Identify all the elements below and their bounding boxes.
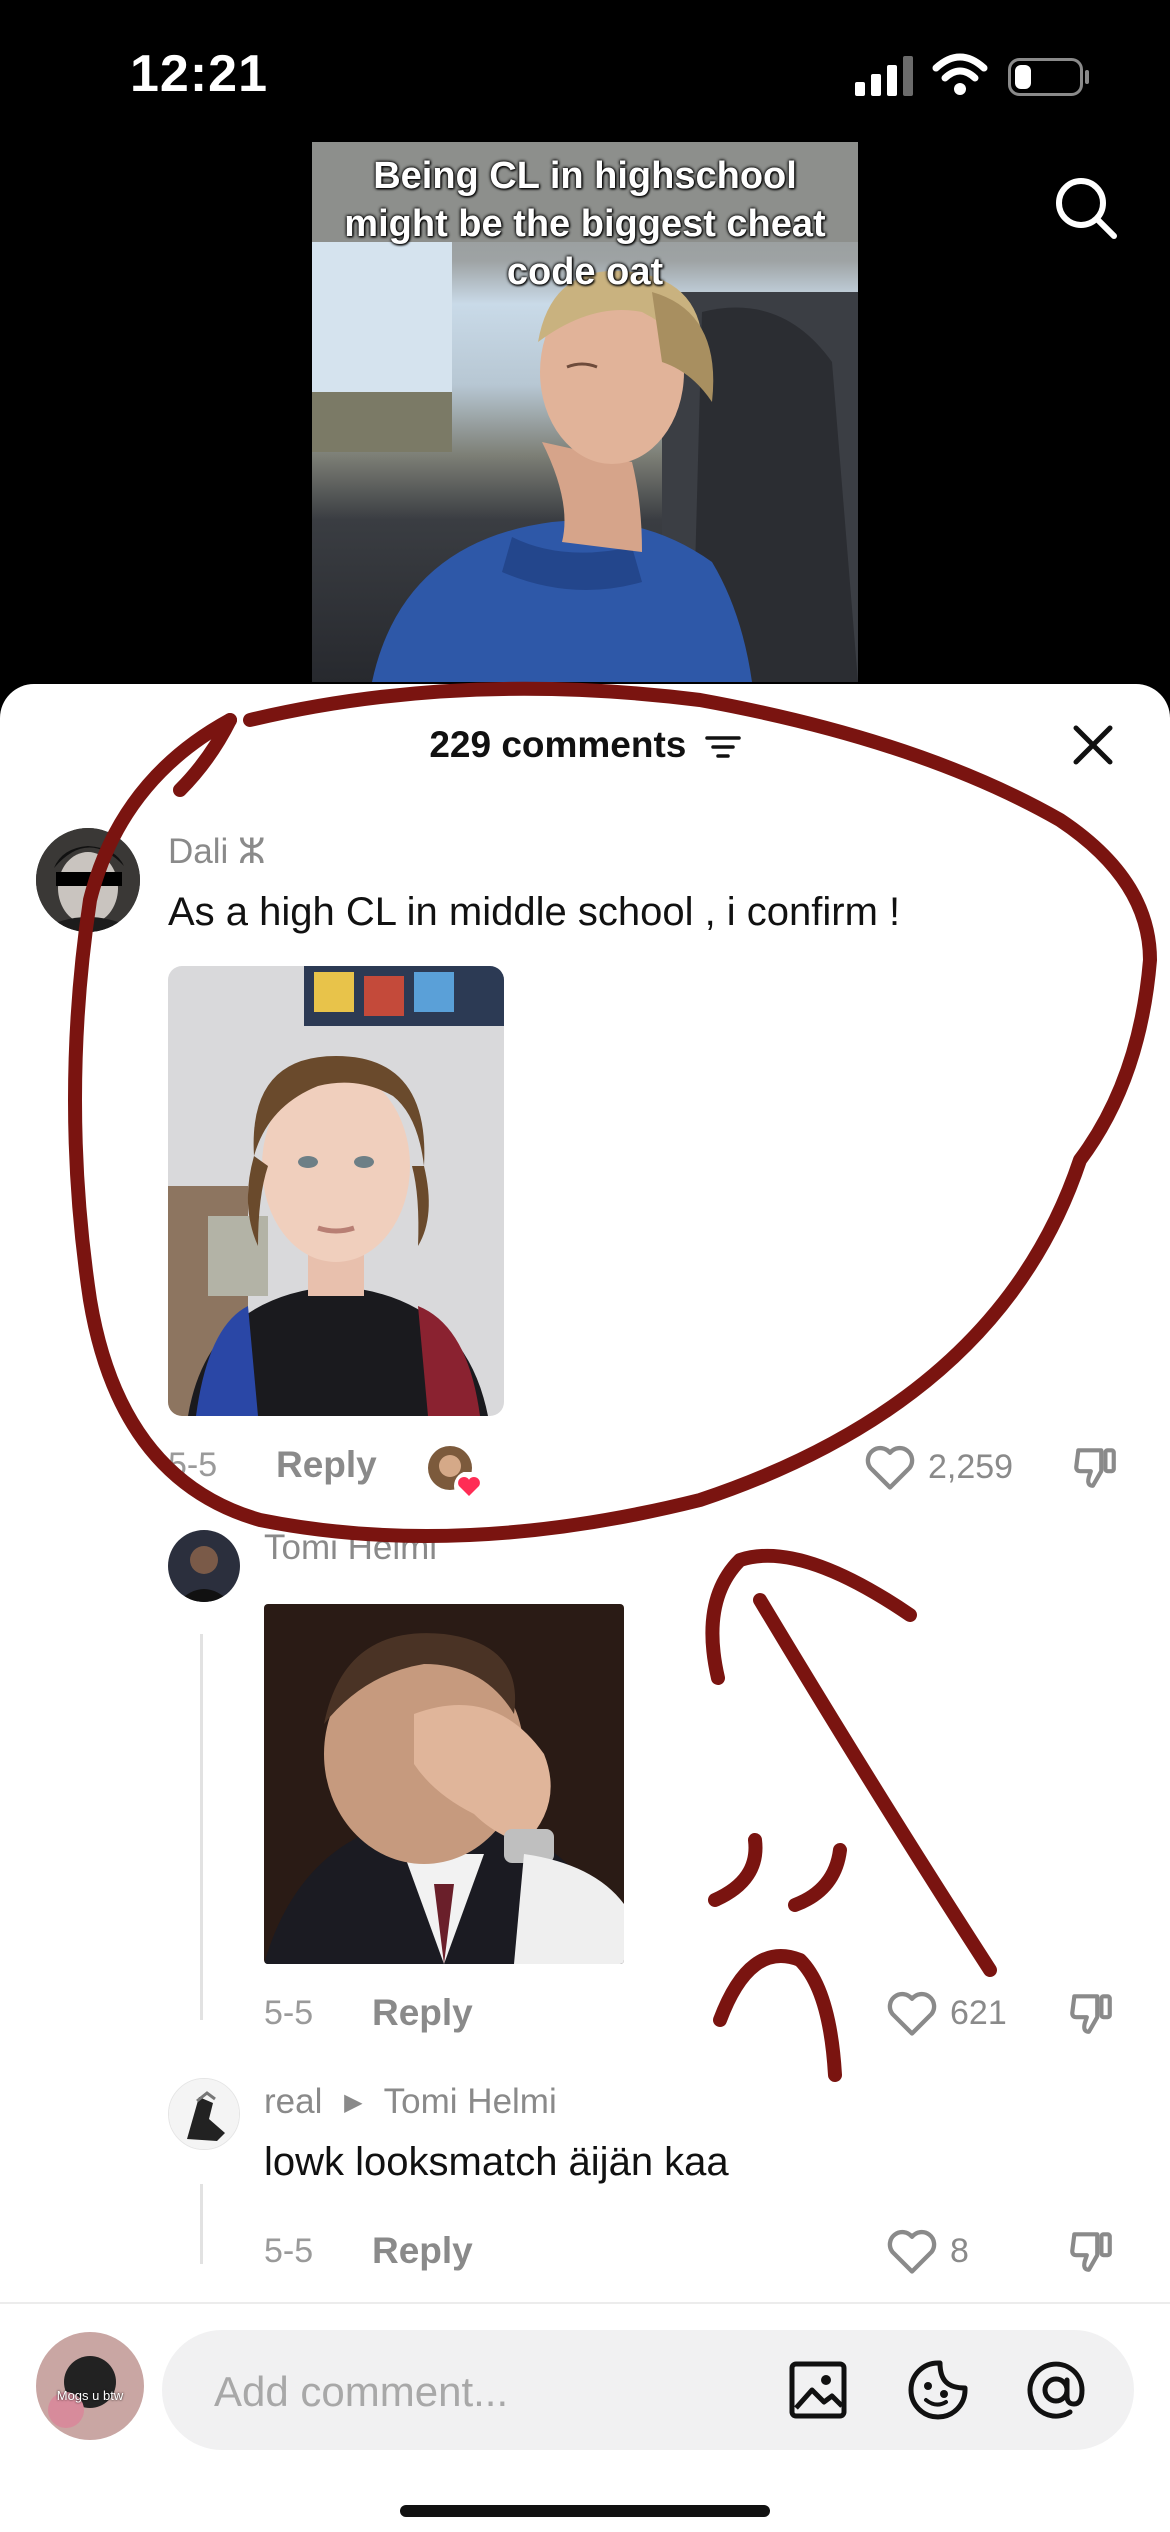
cellular-signal-icon [855, 56, 913, 96]
comment-photo[interactable] [264, 1604, 624, 1964]
comments-header: 229 comments [0, 684, 1170, 794]
at-mention-icon[interactable] [1024, 2358, 1088, 2422]
like-count: 2,259 [928, 1448, 1014, 1486]
my-avatar-text: Mogs u btw [56, 2388, 124, 2403]
creator-liked-heart-icon [454, 1472, 484, 1500]
reply-author[interactable]: real [264, 2082, 322, 2121]
comment-username[interactable]: Tomi Helmi [264, 1528, 437, 1568]
comment-username: real ▶ Tomi Helmi [264, 2082, 557, 2122]
video-thumbnail[interactable]: Being CL in highschool might be the bigg… [312, 142, 858, 682]
comment-count[interactable]: 229 comments [0, 724, 1170, 766]
reply-to-user[interactable]: Tomi Helmi [384, 2082, 557, 2121]
sticker-icon[interactable] [906, 2358, 970, 2422]
avatar[interactable] [168, 2078, 240, 2150]
reply-button[interactable]: Reply [372, 2230, 473, 2272]
like-count: 8 [950, 2232, 969, 2270]
comment-username[interactable]: Dali ⵣ [168, 832, 266, 872]
filter-icon[interactable] [704, 734, 741, 760]
comments-sheet: 229 comments Dali ⵣ As a high CL in midd… [0, 684, 1170, 2532]
video-player[interactable]: Being CL in highschool might be the bigg… [0, 140, 1170, 700]
my-avatar[interactable]: Mogs u btw [36, 2332, 144, 2440]
thumbs-down-icon[interactable] [1066, 2226, 1116, 2276]
thread-line [200, 2184, 203, 2264]
avatar[interactable] [36, 828, 140, 932]
close-icon[interactable] [1068, 720, 1118, 770]
comment-text: As a high CL in middle school , i confir… [168, 890, 901, 934]
thumbs-down-icon[interactable] [1070, 1442, 1120, 1492]
comment-photo[interactable] [168, 966, 504, 1416]
search-icon[interactable] [1050, 172, 1122, 244]
reply-button[interactable]: Reply [276, 1444, 377, 1486]
image-icon[interactable] [788, 2360, 848, 2420]
comment-input-placeholder: Add comment... [214, 2368, 509, 2415]
avatar[interactable] [168, 1530, 240, 1602]
video-caption: Being CL in highschool might be the bigg… [344, 155, 826, 293]
comment-input-bar: Mogs u btw Add comment... [0, 2302, 1170, 2532]
status-time: 12:21 [130, 45, 268, 103]
heart-outline-icon[interactable] [886, 2228, 938, 2276]
comment-date: 5-5 [168, 1446, 218, 1484]
wifi-icon [932, 53, 988, 95]
battery-icon [1008, 58, 1089, 96]
status-bar: 12:21 [0, 0, 1170, 140]
heart-outline-icon[interactable] [864, 1444, 916, 1492]
comment-input[interactable]: Add comment... [162, 2330, 1134, 2450]
home-indicator [400, 2505, 770, 2517]
comment-date: 5-5 [264, 2232, 314, 2270]
comment-text: lowk looksmatch äijän kaa [264, 2140, 729, 2184]
reply-arrow-icon: ▶ [344, 2089, 363, 2116]
thumbs-down-icon[interactable] [1066, 1988, 1116, 2038]
heart-outline-icon[interactable] [886, 1990, 938, 2038]
thread-line [200, 1634, 203, 2020]
like-count: 621 [950, 1994, 1007, 2032]
reply-button[interactable]: Reply [372, 1992, 473, 2034]
comment-count-label: 229 comments [429, 724, 687, 765]
comment-date: 5-5 [264, 1994, 314, 2032]
